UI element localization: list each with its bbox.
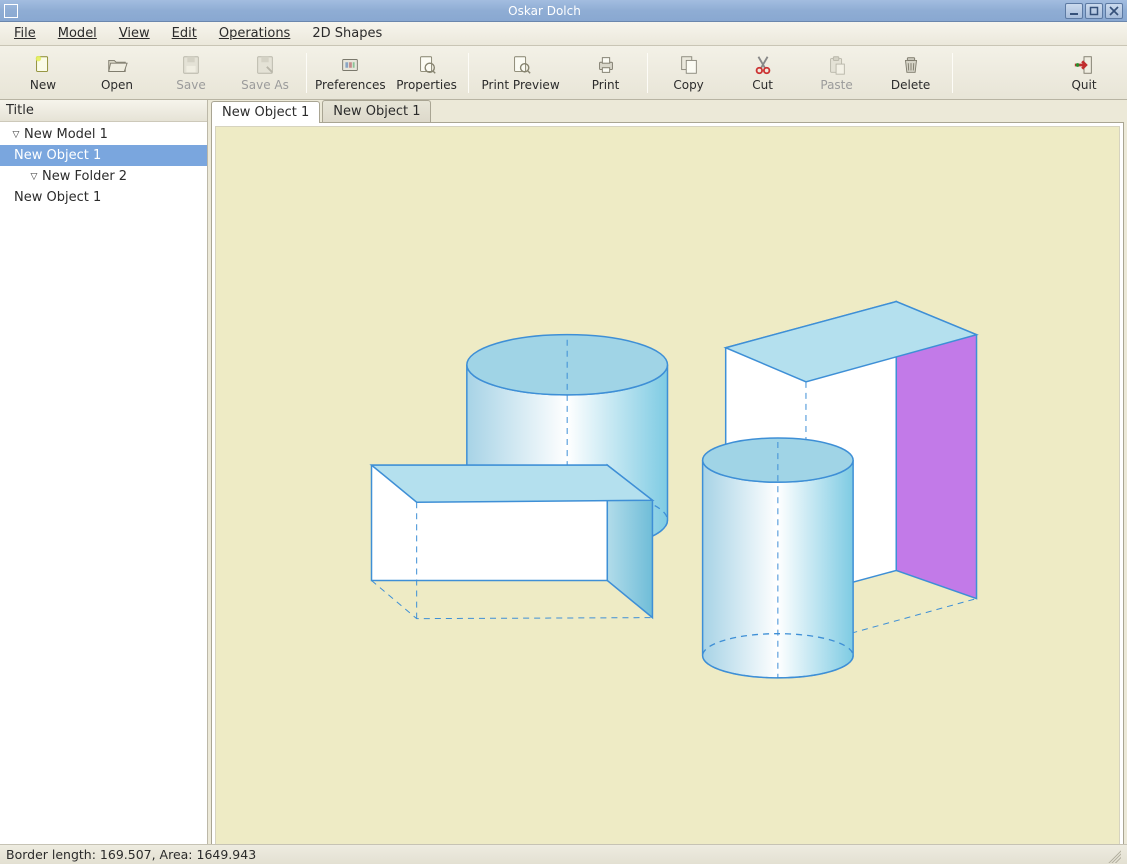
quit-icon: [1072, 54, 1096, 76]
toolbar-separator: [952, 53, 953, 93]
right-panel: New Object 1 New Object 1: [208, 100, 1127, 844]
paste-icon: [825, 54, 849, 76]
save-as-icon: [253, 54, 277, 76]
tab-object-1[interactable]: New Object 1: [211, 101, 320, 123]
main-area: Title ▽ New Model 1 New Object 1 ▽ New F…: [0, 100, 1127, 844]
tree-item-label: New Model 1: [24, 127, 108, 142]
new-file-icon: [31, 54, 55, 76]
shape-cylinder-small: [703, 438, 853, 678]
cut-label: Cut: [752, 78, 773, 92]
minimize-button[interactable]: [1065, 3, 1083, 19]
open-button[interactable]: Open: [80, 48, 154, 98]
shape-box-flat: [372, 465, 653, 619]
status-text: Border length: 169.507, Area: 1649.943: [6, 847, 256, 862]
delete-icon: [899, 54, 923, 76]
tree-expander-icon[interactable]: ▽: [28, 171, 40, 183]
toolbar-separator: [468, 53, 469, 93]
menu-view[interactable]: View: [111, 24, 158, 43]
new-label: New: [30, 78, 56, 92]
close-button[interactable]: [1105, 3, 1123, 19]
preferences-button[interactable]: Preferences: [311, 48, 390, 98]
tab-object-2[interactable]: New Object 1: [322, 100, 431, 122]
tree-expander-icon[interactable]: ▽: [10, 129, 22, 141]
copy-label: Copy: [673, 78, 703, 92]
tree-item-label: New Object 1: [14, 148, 101, 163]
paste-button[interactable]: Paste: [800, 48, 874, 98]
tree-item-model[interactable]: ▽ New Model 1: [0, 124, 207, 145]
tree: ▽ New Model 1 New Object 1 ▽ New Folder …: [0, 122, 207, 844]
tab-bar: New Object 1 New Object 1: [208, 100, 1127, 122]
properties-icon: [415, 54, 439, 76]
menu-2d-shapes[interactable]: 2D Shapes: [304, 24, 390, 43]
cut-button[interactable]: Cut: [726, 48, 800, 98]
paste-label: Paste: [820, 78, 852, 92]
menu-bar: File Model View Edit Operations 2D Shape…: [0, 22, 1127, 46]
print-icon: [594, 54, 618, 76]
copy-button[interactable]: Copy: [652, 48, 726, 98]
tree-item-object-2[interactable]: New Object 1: [0, 187, 207, 208]
maximize-button[interactable]: [1085, 3, 1103, 19]
menu-file[interactable]: File: [6, 24, 44, 43]
tree-item-label: New Folder 2: [42, 169, 127, 184]
toolbar-separator: [647, 53, 648, 93]
properties-label: Properties: [396, 78, 457, 92]
canvas[interactable]: [215, 126, 1120, 854]
scene-drawing: [216, 127, 1119, 853]
tree-panel: Title ▽ New Model 1 New Object 1 ▽ New F…: [0, 100, 208, 844]
save-icon: [179, 54, 203, 76]
quit-button[interactable]: Quit: [1047, 48, 1121, 98]
save-as-button[interactable]: Save As: [228, 48, 302, 98]
quit-label: Quit: [1071, 78, 1096, 92]
save-as-label: Save As: [241, 78, 289, 92]
properties-button[interactable]: Properties: [390, 48, 464, 98]
tree-header[interactable]: Title: [0, 100, 207, 122]
print-preview-button[interactable]: Print Preview: [473, 48, 569, 98]
delete-button[interactable]: Delete: [874, 48, 948, 98]
status-bar: Border length: 169.507, Area: 1649.943: [0, 844, 1127, 864]
minimize-icon: [1069, 6, 1079, 16]
close-icon: [1109, 6, 1119, 16]
menu-edit[interactable]: Edit: [164, 24, 205, 43]
tree-item-object-1[interactable]: New Object 1: [0, 145, 207, 166]
canvas-frame: [211, 122, 1124, 858]
toolbar: New Open Save Save As Preferences Proper…: [0, 46, 1127, 100]
toolbar-separator: [306, 53, 307, 93]
print-preview-label: Print Preview: [482, 78, 560, 92]
app-icon: [4, 4, 18, 18]
delete-label: Delete: [891, 78, 930, 92]
copy-icon: [677, 54, 701, 76]
menu-model[interactable]: Model: [50, 24, 105, 43]
save-label: Save: [176, 78, 205, 92]
print-preview-icon: [509, 54, 533, 76]
window-title: Oskar Dolch: [24, 4, 1065, 18]
open-folder-icon: [105, 54, 129, 76]
resize-grip-icon[interactable]: [1105, 847, 1121, 863]
save-button[interactable]: Save: [154, 48, 228, 98]
preferences-icon: [338, 54, 362, 76]
tree-item-label: New Object 1: [14, 190, 101, 205]
maximize-icon: [1089, 6, 1099, 16]
window-titlebar: Oskar Dolch: [0, 0, 1127, 22]
menu-operations[interactable]: Operations: [211, 24, 298, 43]
new-button[interactable]: New: [6, 48, 80, 98]
open-label: Open: [101, 78, 133, 92]
tree-item-folder[interactable]: ▽ New Folder 2: [0, 166, 207, 187]
print-label: Print: [592, 78, 620, 92]
preferences-label: Preferences: [315, 78, 386, 92]
cut-icon: [751, 54, 775, 76]
print-button[interactable]: Print: [569, 48, 643, 98]
